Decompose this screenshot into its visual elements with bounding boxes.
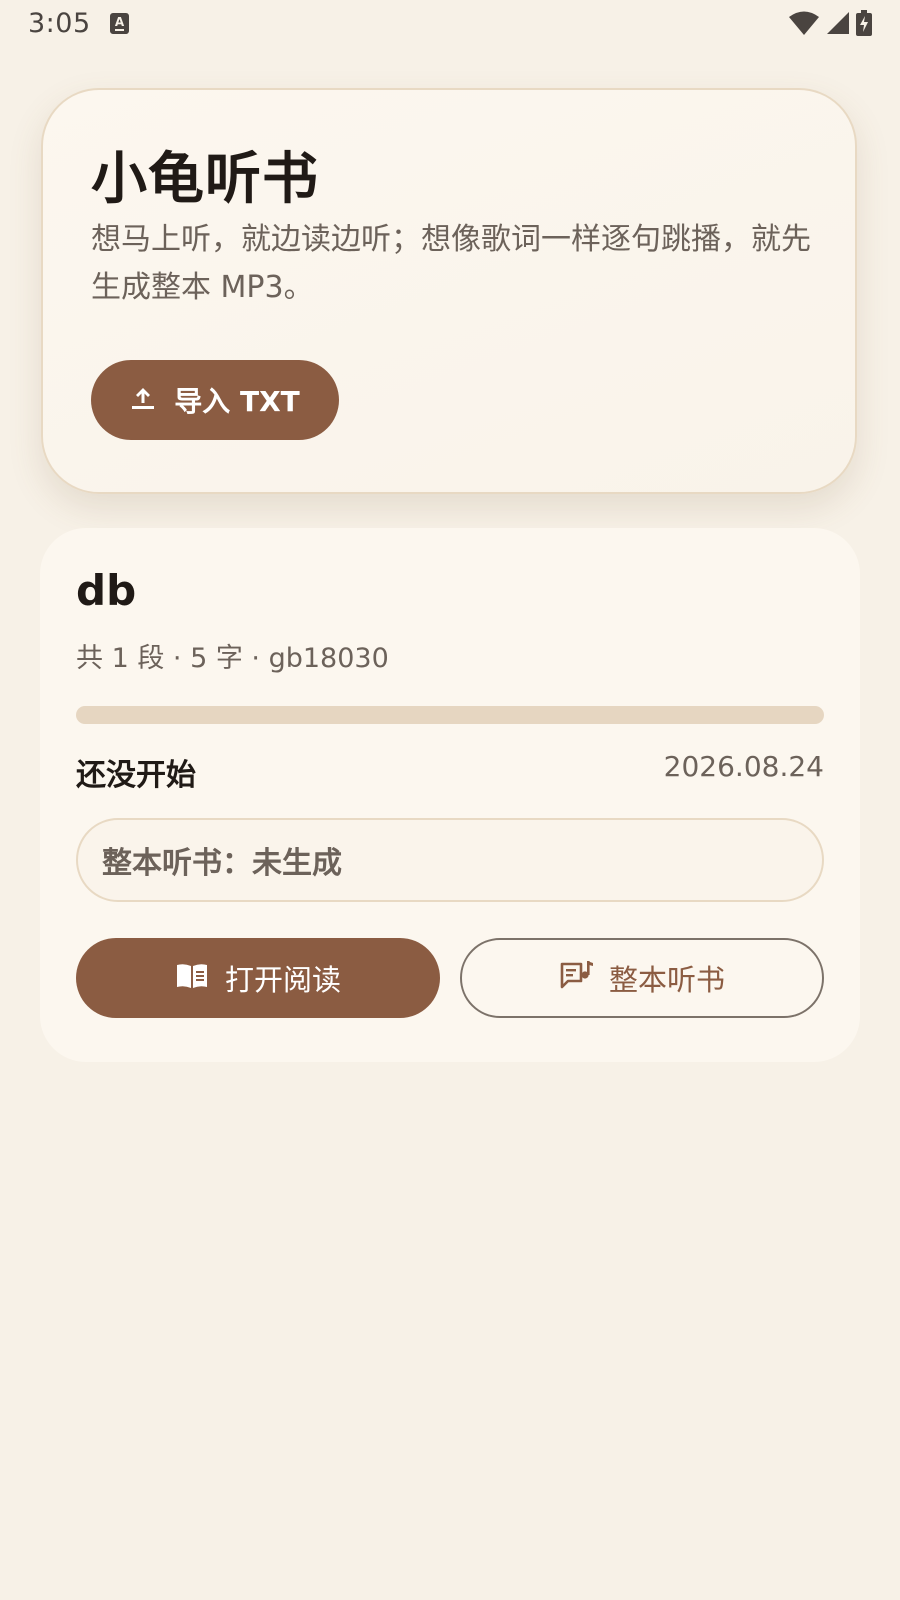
cell-signal-icon (826, 11, 850, 39)
wifi-icon (788, 10, 820, 40)
hero-card: 小龟听书 想马上听，就边读边听；想像歌词一样逐句跳播，就先生成整本 MP3。 导… (41, 88, 857, 494)
app-title: 小龟听书 (91, 147, 319, 212)
svg-text:A: A (115, 15, 125, 29)
book-date: 2026.08.24 (663, 750, 824, 783)
status-bar: 3:05 A (0, 0, 900, 50)
import-txt-label: 导入 TXT (174, 385, 300, 418)
whole-listen-label: 整本听书 (608, 963, 725, 997)
upload-icon (130, 385, 156, 415)
battery-charging-icon (856, 10, 872, 40)
book-open-icon (175, 962, 209, 994)
status-time: 3:05 (28, 8, 91, 39)
reading-progress-bar (76, 706, 824, 724)
book-meta: 共 1 段 · 5 字 · gb18030 (76, 643, 389, 674)
open-read-button[interactable]: 打开阅读 (76, 938, 440, 1018)
keyboard-a-icon: A (110, 13, 129, 34)
book-card[interactable]: db 共 1 段 · 5 字 · gb18030 还没开始 2026.08.24… (40, 528, 860, 1062)
status-icons (788, 10, 872, 40)
open-read-label: 打开阅读 (224, 963, 341, 997)
reading-status: 还没开始 (76, 758, 196, 793)
music-note-list-icon (559, 960, 593, 996)
audio-status-text: 整本听书：未生成 (102, 846, 342, 881)
book-title: db (76, 566, 137, 615)
import-txt-button[interactable]: 导入 TXT (91, 360, 339, 440)
audio-status-box: 整本听书：未生成 (76, 818, 824, 902)
whole-listen-button[interactable]: 整本听书 (460, 938, 824, 1018)
app-subtitle: 想马上听，就边读边听；想像歌词一样逐句跳播，就先生成整本 MP3。 (91, 222, 811, 305)
